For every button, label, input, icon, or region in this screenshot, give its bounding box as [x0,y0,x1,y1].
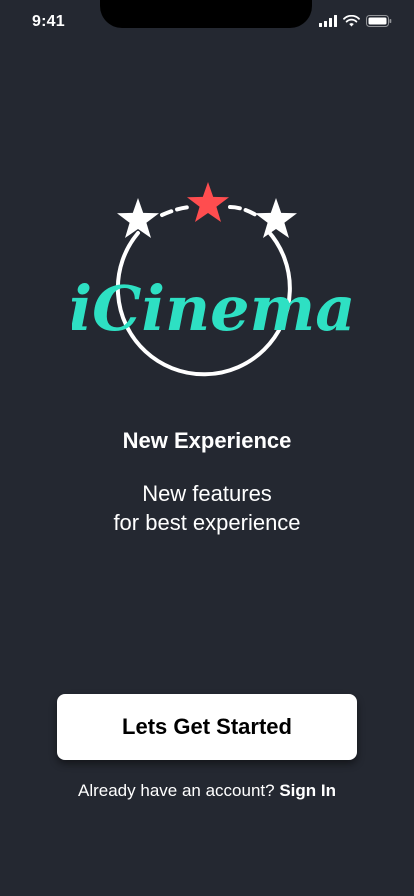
signin-prompt: Already have an account? [78,781,275,800]
onboarding-subtitle: New features for best experience [57,479,357,537]
star-right-icon [255,198,297,238]
signin-row: Already have an account? Sign In [0,781,414,801]
device-notch [100,0,312,28]
logo-wordmark: iCinema [72,272,352,345]
battery-icon [366,14,392,32]
onboarding-title: New Experience [122,428,292,453]
wifi-icon [343,14,360,32]
onboarding-subtitle-line1: New features [142,481,272,506]
logo-dash-right [228,205,258,217]
sign-in-link[interactable]: Sign In [279,781,336,800]
get-started-button[interactable]: Lets Get Started [57,694,357,760]
star-center-icon [187,182,229,222]
status-time: 9:41 [32,13,65,30]
icinema-logo: iCinema [69,175,355,390]
status-bar: 9:41 [0,0,414,44]
status-icons [319,14,392,32]
logo-dash-left [160,205,194,217]
cellular-signal-icon [319,14,337,32]
onboarding-subtitle-line2: for best experience [113,510,301,535]
